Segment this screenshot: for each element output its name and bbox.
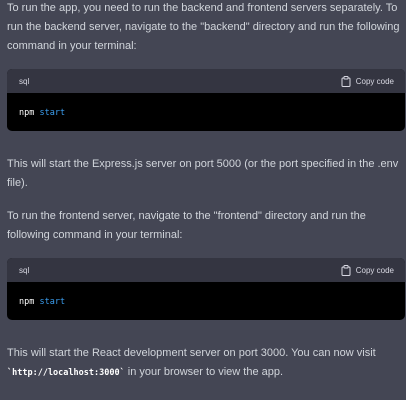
code-block-header: sql Copy code xyxy=(7,258,405,282)
code-language-label: sql xyxy=(19,77,30,86)
code-line: npm start xyxy=(19,297,65,307)
code-argument: start xyxy=(39,297,66,307)
code-block-frontend: sql Copy code npm start xyxy=(7,258,405,320)
code-command: npm xyxy=(19,297,35,307)
code-line: npm start xyxy=(19,108,65,118)
copy-code-label: Copy code xyxy=(355,77,394,86)
copy-code-button[interactable]: Copy code xyxy=(341,265,394,276)
code-argument: start xyxy=(39,108,66,118)
message-paragraph-2: This will start the Express.js server on… xyxy=(7,158,399,189)
copy-code-button[interactable]: Copy code xyxy=(341,76,394,87)
code-command: npm xyxy=(19,108,35,118)
clipboard-icon xyxy=(341,265,351,276)
code-block-header: sql Copy code xyxy=(7,69,405,93)
inline-code-url: `http://localhost:3000` xyxy=(7,368,125,378)
paragraph-text: in your browser to view the app. xyxy=(124,366,284,378)
assistant-message: To run the app, you need to run the back… xyxy=(7,0,406,383)
message-paragraph-1: To run the app, you need to run the back… xyxy=(7,2,400,52)
message-paragraph-4: This will start the React development se… xyxy=(7,344,406,383)
message-paragraph-3: To run the frontend server, navigate to … xyxy=(7,210,366,241)
clipboard-icon xyxy=(341,76,351,87)
code-block-backend: sql Copy code npm start xyxy=(7,69,405,131)
code-body: npm start xyxy=(7,282,405,320)
code-body: npm start xyxy=(7,93,405,131)
code-language-label: sql xyxy=(19,266,30,275)
copy-code-label: Copy code xyxy=(355,266,394,275)
paragraph-text: This will start the React development se… xyxy=(7,347,376,359)
